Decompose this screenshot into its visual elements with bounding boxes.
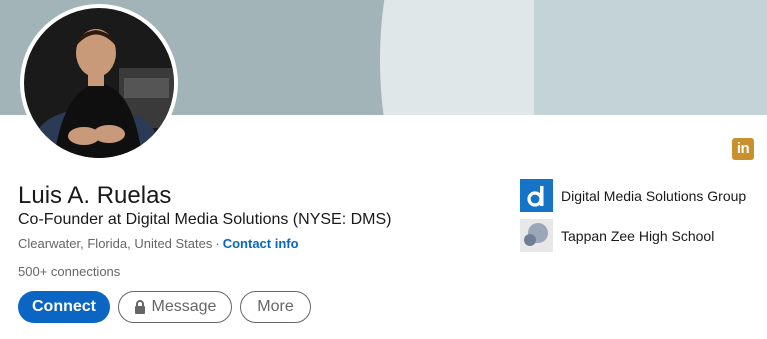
connections-count[interactable]: 500+ connections bbox=[18, 264, 120, 279]
profile-name: Luis A. Ruelas bbox=[18, 182, 172, 209]
profile-headline: Co-Founder at Digital Media Solutions (N… bbox=[18, 211, 392, 228]
cover-strip bbox=[520, 0, 534, 115]
dms-logo-icon bbox=[520, 179, 553, 212]
org-current-company[interactable]: Digital Media Solutions Group bbox=[520, 179, 746, 212]
linkedin-badge-icon[interactable]: in bbox=[732, 138, 754, 160]
more-button[interactable]: More bbox=[240, 291, 311, 323]
separator: · bbox=[215, 236, 220, 251]
profile-location-row: Clearwater, Florida, United States · Conta… bbox=[18, 236, 299, 251]
cover-panel bbox=[534, 0, 767, 115]
school-logo-icon bbox=[520, 219, 553, 252]
cover-curve bbox=[380, 0, 530, 115]
profile-location: Clearwater, Florida, United States bbox=[18, 236, 213, 251]
message-label: Message bbox=[151, 298, 217, 315]
org-label: Digital Media Solutions Group bbox=[561, 187, 747, 204]
org-education[interactable]: Tappan Zee High School bbox=[520, 219, 714, 252]
avatar-photo bbox=[24, 8, 174, 158]
lock-icon bbox=[134, 300, 146, 314]
profile-avatar[interactable] bbox=[20, 4, 178, 162]
message-button[interactable]: Message bbox=[118, 291, 232, 323]
org-label: Tappan Zee High School bbox=[561, 227, 715, 244]
contact-info-link[interactable]: Contact info bbox=[223, 236, 299, 251]
connect-button[interactable]: Connect bbox=[18, 291, 110, 323]
